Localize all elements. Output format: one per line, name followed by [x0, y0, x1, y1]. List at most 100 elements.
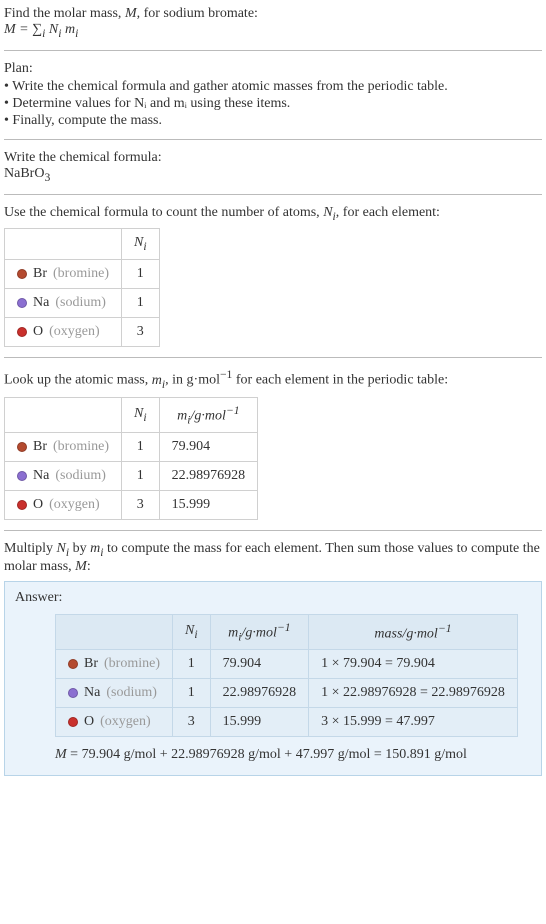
- n-value: 1: [172, 650, 210, 679]
- element-name: (sodium): [55, 295, 106, 311]
- answer-final: M = 79.904 g/mol + 22.98976928 g/mol + 4…: [55, 747, 531, 763]
- table-row: O (oxygen) 3 15.999 3 × 15.999 = 47.997: [56, 708, 518, 737]
- table-row: Na (sodium) 1 22.98976928: [5, 462, 258, 491]
- plan-item: • Determine values for Nᵢ and mᵢ using t…: [4, 96, 542, 112]
- element-cell: Na (sodium): [5, 462, 122, 491]
- m-value: 15.999: [210, 708, 309, 737]
- element-symbol: O: [84, 714, 94, 730]
- mass-value: 3 × 15.999 = 47.997: [309, 708, 518, 737]
- intro-m: M: [125, 6, 137, 21]
- element-dot-icon: [17, 471, 27, 481]
- answer-box: Answer: Ni mi/g·mol−1 mass/g·mol−1 Br (b…: [4, 581, 542, 776]
- mass-table: Ni mi/g·mol−1 Br (bromine) 1 79.904 Na (…: [4, 397, 258, 520]
- n-value: 1: [172, 679, 210, 708]
- count-section: Use the chemical formula to count the nu…: [4, 205, 542, 348]
- element-cell: O (oxygen): [5, 318, 122, 347]
- table-header-mass: mass/g·mol−1: [309, 614, 518, 649]
- element-name: (oxygen): [100, 714, 151, 730]
- element-symbol: O: [33, 497, 43, 513]
- mass-value: 1 × 79.904 = 79.904: [309, 650, 518, 679]
- element-name: (oxygen): [49, 497, 100, 513]
- element-name: (sodium): [106, 685, 157, 701]
- table-row: Na (sodium) 1: [5, 289, 160, 318]
- m-value: 22.98976928: [159, 462, 258, 491]
- n-value: 3: [121, 318, 159, 347]
- mass-value: 1 × 22.98976928 = 22.98976928: [309, 679, 518, 708]
- element-cell: O (oxygen): [56, 708, 173, 737]
- mass-section: Look up the atomic mass, mi, in g·mol−1 …: [4, 368, 542, 520]
- answer-label: Answer:: [15, 590, 531, 606]
- element-name: (oxygen): [49, 324, 100, 340]
- element-symbol: Br: [33, 439, 47, 455]
- element-symbol: Br: [33, 266, 47, 282]
- m-value: 15.999: [159, 491, 258, 520]
- element-dot-icon: [17, 500, 27, 510]
- element-dot-icon: [68, 717, 78, 727]
- count-title: Use the chemical formula to count the nu…: [4, 205, 542, 223]
- chemical-formula-value: NaBrO3: [4, 166, 542, 184]
- intro-prefix: Find the molar mass,: [4, 6, 125, 21]
- n-value: 1: [121, 433, 159, 462]
- n-value: 3: [172, 708, 210, 737]
- divider: [4, 139, 542, 140]
- element-cell: Na (sodium): [5, 289, 122, 318]
- chemical-formula-title: Write the chemical formula:: [4, 150, 542, 166]
- table-header-ni: Ni: [121, 397, 159, 432]
- answer-table: Ni mi/g·mol−1 mass/g·mol−1 Br (bromine) …: [55, 614, 518, 737]
- element-cell: Br (bromine): [56, 650, 173, 679]
- element-name: (bromine): [53, 439, 109, 455]
- element-cell: Br (bromine): [5, 433, 122, 462]
- table-row: Br (bromine) 1: [5, 260, 160, 289]
- element-symbol: O: [33, 324, 43, 340]
- element-dot-icon: [17, 327, 27, 337]
- divider: [4, 530, 542, 531]
- compute-title: Multiply Ni by mi to compute the mass fo…: [4, 541, 542, 575]
- divider: [4, 50, 542, 51]
- compute-section: Multiply Ni by mi to compute the mass fo…: [4, 541, 542, 776]
- table-header-empty: [56, 614, 173, 649]
- table-header-row: Ni: [5, 229, 160, 260]
- table-header-mi: mi/g·mol−1: [210, 614, 309, 649]
- n-value: 3: [121, 491, 159, 520]
- element-cell: Br (bromine): [5, 260, 122, 289]
- element-dot-icon: [68, 659, 78, 669]
- table-header-mi: mi/g·mol−1: [159, 397, 258, 432]
- plan-item: • Write the chemical formula and gather …: [4, 79, 542, 95]
- element-dot-icon: [17, 298, 27, 308]
- n-value: 1: [121, 289, 159, 318]
- table-header-row: Ni mi/g·mol−1 mass/g·mol−1: [56, 614, 518, 649]
- n-value: 1: [121, 462, 159, 491]
- intro-section: Find the molar mass, M, for sodium broma…: [4, 6, 542, 40]
- element-name: (sodium): [55, 468, 106, 484]
- table-header-ni: Ni: [121, 229, 159, 260]
- element-dot-icon: [17, 442, 27, 452]
- plan-title: Plan:: [4, 61, 542, 77]
- element-symbol: Br: [84, 656, 98, 672]
- table-row: Na (sodium) 1 22.98976928 1 × 22.9897692…: [56, 679, 518, 708]
- element-symbol: Na: [33, 468, 49, 484]
- plan-item: • Finally, compute the mass.: [4, 113, 542, 129]
- m-value: 79.904: [210, 650, 309, 679]
- table-row: O (oxygen) 3: [5, 318, 160, 347]
- element-name: (bromine): [104, 656, 160, 672]
- table-header-empty: [5, 229, 122, 260]
- element-symbol: Na: [84, 685, 100, 701]
- intro-line1: Find the molar mass, M, for sodium broma…: [4, 6, 542, 22]
- plan-section: Plan: • Write the chemical formula and g…: [4, 61, 542, 129]
- count-table: Ni Br (bromine) 1 Na (sodium) 1 O (oxyge…: [4, 228, 160, 347]
- table-row: Br (bromine) 1 79.904 1 × 79.904 = 79.90…: [56, 650, 518, 679]
- table-header-row: Ni mi/g·mol−1: [5, 397, 258, 432]
- table-header-empty: [5, 397, 122, 432]
- chemical-formula-section: Write the chemical formula: NaBrO3: [4, 150, 542, 184]
- table-row: O (oxygen) 3 15.999: [5, 491, 258, 520]
- element-cell: O (oxygen): [5, 491, 122, 520]
- m-value: 79.904: [159, 433, 258, 462]
- element-symbol: Na: [33, 295, 49, 311]
- m-value: 22.98976928: [210, 679, 309, 708]
- element-dot-icon: [68, 688, 78, 698]
- table-header-ni: Ni: [172, 614, 210, 649]
- divider: [4, 194, 542, 195]
- divider: [4, 357, 542, 358]
- intro-suffix: , for sodium bromate:: [137, 6, 258, 21]
- table-row: Br (bromine) 1 79.904: [5, 433, 258, 462]
